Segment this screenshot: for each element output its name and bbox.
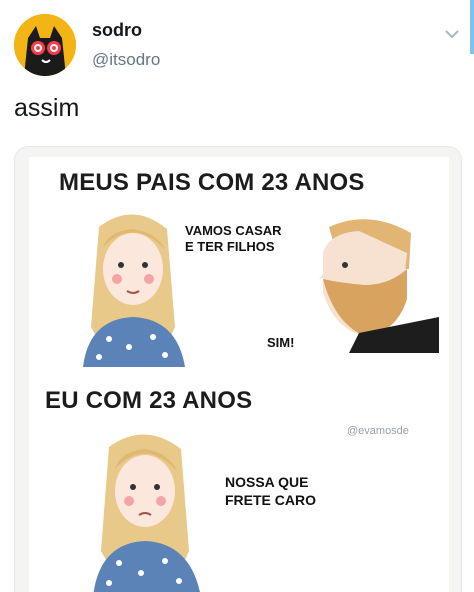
meme-heading-bottom: EU COM 23 ANOS [45, 387, 253, 414]
woman-figure-top [83, 214, 185, 367]
scroll-indicator [470, 0, 474, 54]
tweet-text: assim [14, 94, 80, 122]
display-name[interactable]: sodro [92, 20, 142, 41]
cat-avatar-icon [14, 14, 76, 76]
avatar[interactable] [14, 14, 76, 76]
meme-heading-top: MEUS PAIS COM 23 ANOS [59, 169, 365, 196]
chevron-down-icon[interactable] [442, 26, 462, 42]
speech-woman-top: VAMOS CASAR E TER FILHOS [185, 223, 282, 254]
woman-figure-bottom [93, 434, 200, 592]
meme-watermark: @evamosde [347, 425, 409, 437]
speech-man: SIM! [267, 335, 295, 350]
bearded-man-figure [319, 219, 439, 353]
meme-image: MEUS PAIS COM 23 ANOS VAMOS CASAR E TER … [29, 157, 449, 592]
user-handle[interactable]: @itsodro [92, 50, 160, 70]
tweet-media[interactable]: MEUS PAIS COM 23 ANOS VAMOS CASAR E TER … [14, 146, 462, 592]
speech-woman-bottom: NOSSA QUE FRETE CARO [225, 474, 316, 508]
